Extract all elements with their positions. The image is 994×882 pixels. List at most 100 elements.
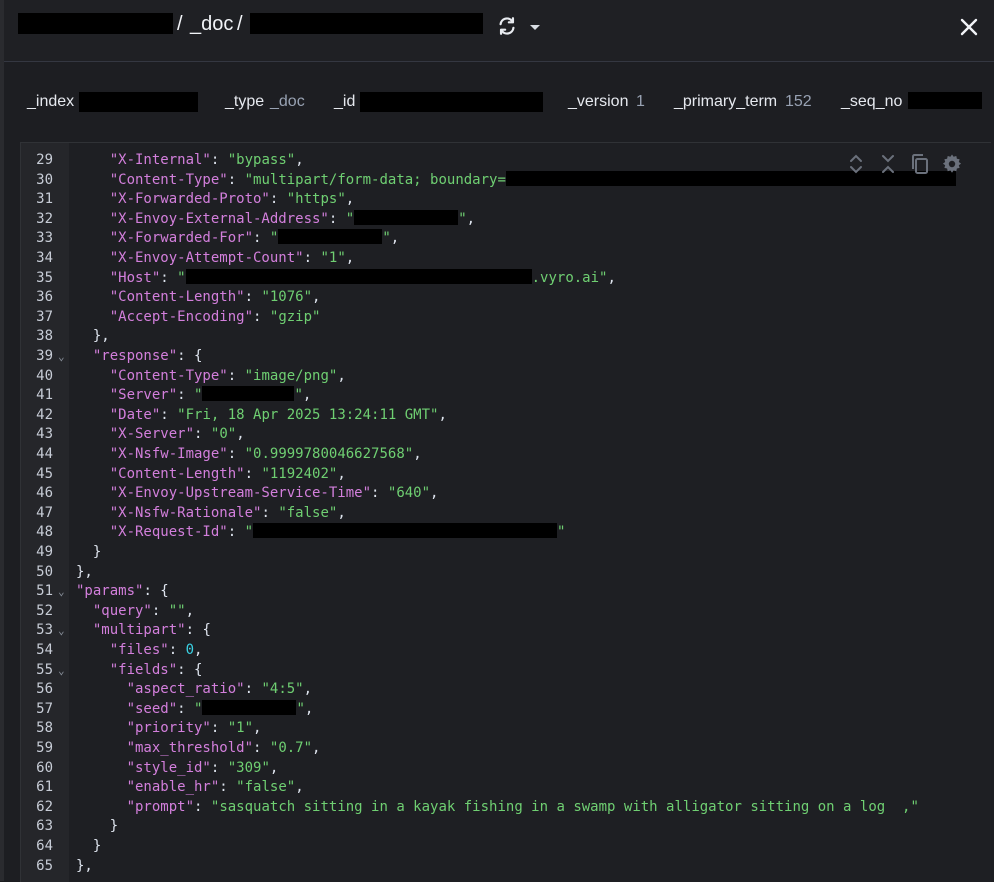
redacted-index-value bbox=[79, 92, 198, 112]
meta-type-value: _doc bbox=[270, 93, 305, 110]
line-number: 30 bbox=[36, 171, 53, 188]
line-number: 63 bbox=[36, 818, 53, 835]
code-line: 48 "X-Request-Id": " " bbox=[21, 523, 991, 543]
code-line-text: "Host": " .vyro.ai", bbox=[109, 268, 616, 286]
code-line: 64 } bbox=[21, 837, 991, 857]
code-line-text: "prompt": "sasquatch sitting in a kayak … bbox=[126, 798, 919, 815]
line-number: 65 bbox=[36, 857, 53, 874]
redacted-document-id bbox=[250, 13, 483, 34]
line-number: 33 bbox=[36, 230, 53, 247]
line-number: 46 bbox=[36, 485, 53, 502]
code-line-text: "priority": "1", bbox=[126, 720, 262, 737]
code-line-text: "Server": " ", bbox=[109, 386, 312, 404]
code-line-text: "aspect_ratio": "4:5", bbox=[126, 681, 313, 698]
fold-chevron-icon[interactable]: ⌄ bbox=[58, 347, 65, 367]
code-line: 44 "X-Nsfw-Image": "0.9999780046627568", bbox=[21, 445, 991, 465]
meta-seq-no-label: _seq_no bbox=[841, 93, 903, 110]
line-number: 50 bbox=[36, 563, 53, 580]
code-line: 65}, bbox=[21, 857, 991, 877]
fold-chevron-icon[interactable]: ⌄ bbox=[58, 661, 65, 681]
code-line: 50}, bbox=[21, 563, 991, 583]
redacted-value bbox=[253, 523, 558, 539]
code-line: 33 "X-Forwarded-For": " ", bbox=[21, 229, 991, 249]
document-meta-row: _index _type _doc _id _version 1 _primar… bbox=[4, 62, 994, 142]
collapse-icon[interactable] bbox=[876, 152, 900, 176]
redacted-value bbox=[278, 229, 383, 245]
code-line: 39 ⌄ "response": { bbox=[21, 347, 991, 367]
line-number: 62 bbox=[36, 798, 53, 815]
chevron-down-icon[interactable] bbox=[528, 20, 542, 34]
code-line-text: "multipart": { bbox=[92, 622, 211, 639]
code-line-text: "Content-Type": "multipart/form-data; bo… bbox=[76, 170, 956, 191]
code-line: 60 "style_id": "309", bbox=[21, 759, 991, 779]
code-line: 45 "Content-Length": "1192402", bbox=[21, 465, 991, 485]
json-code-viewer[interactable]: 29 "X-Internal": "bypass", 30 "Content-Ty… bbox=[20, 142, 991, 882]
code-line-text: "params": { bbox=[76, 583, 169, 600]
meta-version-value: 1 bbox=[636, 93, 645, 110]
line-number: 56 bbox=[36, 681, 53, 698]
line-number: 40 bbox=[36, 367, 53, 384]
redacted-value bbox=[202, 386, 295, 402]
fold-chevron-icon[interactable]: ⌄ bbox=[58, 582, 65, 602]
code-line-text: "Accept-Encoding": "gzip" bbox=[109, 308, 321, 325]
code-line: 41 "Server": " ", bbox=[21, 386, 991, 406]
line-number: 44 bbox=[36, 446, 53, 462]
code-line: 49 } bbox=[21, 543, 991, 563]
code-line-text: }, bbox=[76, 328, 110, 345]
code-line-text: "files": 0, bbox=[109, 642, 203, 658]
code-line: 46 "X-Envoy-Upstream-Service-Time": "640… bbox=[21, 484, 991, 504]
code-line-text: }, bbox=[76, 857, 93, 874]
code-line-text: "seed": " ", bbox=[126, 699, 314, 717]
line-number: 51 bbox=[36, 583, 53, 600]
expand-icon[interactable] bbox=[844, 152, 868, 176]
code-line: 35 "Host": " .vyro.ai", bbox=[21, 268, 991, 289]
redacted-value bbox=[185, 268, 532, 284]
code-line: 55 ⌄ "fields": { bbox=[21, 661, 991, 681]
line-number: 59 bbox=[36, 740, 53, 756]
code-line-text: "X-Envoy-Attempt-Count": "1", bbox=[109, 250, 355, 266]
code-line-text: } bbox=[76, 544, 102, 560]
meta-primary-term-label: _primary_term bbox=[674, 93, 778, 110]
line-number: 48 bbox=[36, 524, 53, 541]
line-number: 58 bbox=[36, 720, 53, 737]
code-line: 52 "query": "", bbox=[21, 602, 991, 622]
code-line: 42 "Date": "Fri, 18 Apr 2025 13:24:11 GM… bbox=[21, 406, 991, 426]
refresh-icon[interactable] bbox=[496, 15, 518, 37]
redacted-seq-no-value bbox=[908, 92, 982, 109]
code-line: 43 "X-Server": "0", bbox=[21, 425, 991, 445]
redacted-id-value bbox=[360, 92, 543, 112]
code-line: 32 "X-Envoy-External-Address": " ", bbox=[21, 209, 991, 230]
code-line-text: }, bbox=[76, 563, 93, 580]
code-line-text: "X-Forwarded-Proto": "https", bbox=[109, 191, 355, 208]
code-line-text: "X-Server": "0", bbox=[109, 426, 245, 443]
code-line: 37 "Accept-Encoding": "gzip" bbox=[21, 308, 991, 328]
line-number: 60 bbox=[36, 759, 53, 776]
code-line: 57 "seed": " ", bbox=[21, 699, 991, 720]
code-line-text: } bbox=[76, 818, 119, 835]
code-line-text: } bbox=[76, 838, 102, 854]
line-number: 36 bbox=[36, 289, 53, 306]
code-line-text: "enable_hr": "false", bbox=[126, 779, 304, 796]
line-number: 55 bbox=[36, 661, 53, 678]
copy-icon[interactable] bbox=[908, 152, 932, 176]
line-number: 43 bbox=[36, 426, 53, 443]
redacted-value bbox=[202, 699, 297, 715]
line-number: 39 bbox=[36, 348, 53, 364]
code-line-text: "X-Envoy-Upstream-Service-Time": "640", bbox=[109, 485, 439, 502]
meta-type-label: _type bbox=[225, 93, 265, 110]
line-number: 32 bbox=[36, 210, 53, 227]
line-number: 38 bbox=[36, 328, 53, 345]
line-number: 53 bbox=[36, 622, 53, 639]
breadcrumb-separator: / bbox=[237, 13, 243, 35]
fold-chevron-icon[interactable]: ⌄ bbox=[58, 621, 65, 641]
line-number: 37 bbox=[36, 308, 53, 325]
gear-icon[interactable] bbox=[940, 152, 964, 176]
code-toolbar bbox=[844, 152, 984, 178]
code-line-text: "X-Forwarded-For": " ", bbox=[109, 229, 400, 247]
line-number: 41 bbox=[36, 387, 53, 404]
close-icon[interactable] bbox=[958, 16, 980, 38]
code-line-text: "style_id": "309", bbox=[126, 759, 279, 776]
line-number: 49 bbox=[36, 544, 53, 560]
meta-version-label: _version bbox=[568, 93, 629, 110]
code-line: 62 "prompt": "sasquatch sitting in a kay… bbox=[21, 798, 991, 818]
